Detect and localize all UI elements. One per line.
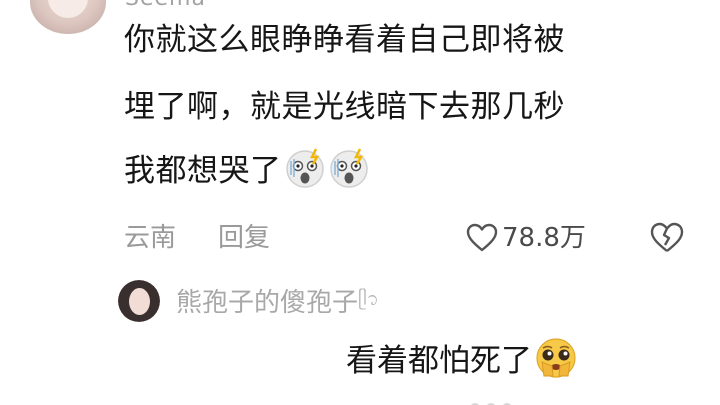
username-decoration: ᥫ᭡ (358, 289, 379, 310)
like-button[interactable]: 78.8万 (466, 220, 586, 256)
reply-text-content: 看着都怕死了 (346, 343, 532, 379)
broken-heart-icon[interactable] (650, 222, 684, 254)
comment-text-line-3: 我都想哭了 (124, 147, 370, 191)
reply-text: 看着都怕死了 (346, 336, 578, 382)
comment-location: 云南 (124, 223, 177, 253)
commenter-avatar-face (48, 0, 88, 18)
comment-text-line-1: 你就这么眼睁睁看着自己即将被 (124, 22, 565, 58)
replier-username-text: 熊孢子的傻孢子 (176, 288, 359, 318)
replier-avatar-face (129, 288, 150, 315)
scared-face-icon (328, 147, 370, 189)
like-count: 78.8万 (502, 223, 586, 253)
replier-avatar[interactable] (118, 280, 160, 322)
pleading-face-icon (534, 336, 578, 380)
commenter-avatar[interactable] (30, 0, 106, 34)
comment-text-line-2: 埋了啊，就是光线暗下去那几秒 (124, 89, 565, 125)
more-replies-indicator (470, 398, 530, 405)
scared-face-icon (284, 147, 326, 189)
comment-text-line-3-text: 我都想哭了 (124, 153, 282, 189)
commenter-username[interactable]: Seema (125, 0, 206, 11)
heart-icon (466, 223, 498, 252)
replier-username[interactable]: 熊孢子的傻孢子ᥫ᭡ (176, 280, 379, 323)
reply-button[interactable]: 回复 (218, 220, 270, 256)
